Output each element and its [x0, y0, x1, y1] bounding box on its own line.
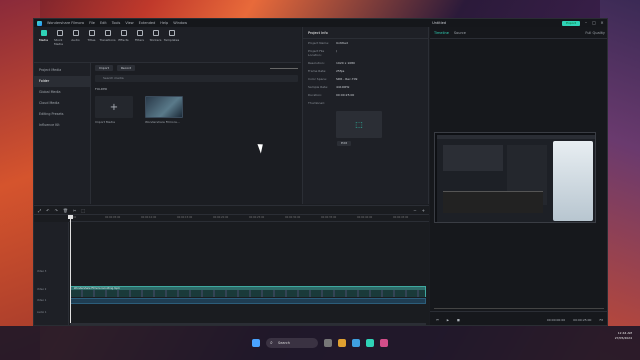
tab-filters[interactable]: Filters [134, 30, 145, 59]
plus-icon: + [95, 96, 133, 118]
project-title: Untitled [432, 21, 446, 25]
tab-templates[interactable]: Templates [164, 30, 179, 59]
import-button[interactable]: Import [95, 65, 113, 71]
media-sidebar: Project Media Folder Global Media Cloud … [34, 63, 91, 204]
project-thumbnail[interactable]: ⬚ [336, 111, 382, 138]
redo-icon[interactable]: ↷ [55, 208, 58, 213]
menu-edit[interactable]: Edit [100, 21, 107, 25]
sidebar-item-influence-kit[interactable]: Influence Kit [34, 120, 90, 131]
menu-extended[interactable]: Extended [139, 21, 156, 25]
tab-timeline-preview[interactable]: Timeline [434, 31, 449, 35]
playback-controls: ⏮ ▶ ■ 00:00:00:00 00:00:25:00 Fit [430, 311, 607, 325]
export-button[interactable]: Export [562, 20, 580, 26]
preview-screen [434, 132, 596, 223]
windows-taskbar: Search 12:44 AM 27/05/2024 [0, 326, 640, 360]
edit-thumbnail-button[interactable]: Edit [337, 141, 351, 146]
tab-source-preview[interactable]: Source [454, 31, 466, 35]
stop-icon[interactable]: ■ [457, 318, 460, 322]
templates-icon [168, 30, 175, 36]
video-clip[interactable]: Wondershare Filmora recording.mp4 [70, 286, 426, 297]
project-info-title: Project Info [303, 27, 428, 39]
search-input[interactable]: Search media [95, 75, 298, 82]
menu-window[interactable]: Window [173, 21, 187, 25]
system-clock[interactable]: 12:44 AM 27/05/2024 [615, 331, 632, 341]
current-timecode: 00:00:00:00 [546, 317, 566, 322]
media-clip-tile[interactable]: Wondershare Filmora... [145, 96, 183, 124]
titles-icon [88, 30, 95, 36]
timeline-scrollbar[interactable] [70, 323, 426, 325]
app-title: Wondershare Filmora [47, 21, 85, 25]
edge-icon[interactable] [352, 339, 360, 347]
preview-scrubber[interactable] [434, 308, 604, 309]
app-icon[interactable] [380, 339, 388, 347]
stickers-icon [152, 30, 159, 36]
clip-thumbnail [145, 96, 183, 118]
preview-panel: Timeline Source Full Quality ⏮ ▶ ■ 00:00… [430, 27, 607, 325]
sidebar-item-folder[interactable]: Folder [34, 76, 90, 87]
crop-icon[interactable]: ⬚ [81, 208, 85, 213]
zoom-in-icon[interactable]: + [422, 208, 425, 213]
import-media-tile[interactable]: + Import Media [95, 96, 133, 124]
zoom-select[interactable]: Fit [599, 318, 603, 322]
filmora-logo-icon [37, 20, 42, 26]
tab-stock-media[interactable]: Stock Media [54, 30, 65, 59]
tab-transitions[interactable]: Transitions [99, 30, 116, 59]
taskbar-search[interactable]: Search [266, 338, 318, 348]
quality-select[interactable]: Full Quality [585, 31, 605, 35]
menu-help[interactable]: Help [160, 21, 168, 25]
file-explorer-icon[interactable] [338, 339, 346, 347]
timeline-ruler[interactable]: 00:00 00:00:05:00 00:00:10:00 00:00:15:0… [69, 215, 429, 222]
menu-view[interactable]: View [125, 21, 133, 25]
media-library: Import Record Search media FOLDER + Impo… [92, 63, 301, 224]
audio-clip[interactable] [70, 298, 426, 304]
zoom-out-icon[interactable]: − [413, 208, 416, 213]
windows-start-icon[interactable] [252, 339, 260, 347]
tab-stickers[interactable]: Stickers [150, 30, 161, 59]
playhead[interactable] [68, 215, 73, 325]
tab-media[interactable]: Media [38, 30, 49, 59]
tab-effects[interactable]: Effects [118, 30, 129, 59]
undo-icon[interactable]: ↶ [46, 208, 49, 213]
media-toolbar: Media Stock Media Audio Titles Transitio… [34, 27, 301, 63]
folder-label: FOLDER [95, 87, 108, 91]
timeline-panel: ⤢ ↶ ↷ 🗑 ✂ ⬚ − + 00:00 00:00:05:00 00:00:… [34, 205, 429, 325]
title-bar: Wondershare Filmora File Edit Tools View… [34, 19, 607, 27]
minimize-icon[interactable]: – [584, 21, 588, 25]
close-icon[interactable]: × [600, 21, 604, 25]
delete-icon[interactable]: 🗑 [63, 208, 68, 213]
total-duration: 00:00:25:00 [573, 317, 592, 322]
stock-media-icon [56, 30, 63, 36]
image-icon: ⬚ [355, 120, 363, 129]
thumbnail-size-slider[interactable] [270, 67, 298, 69]
effects-icon [120, 30, 127, 36]
tab-audio[interactable]: Audio [70, 30, 81, 59]
sidebar-item-global-media[interactable]: Global Media [34, 87, 90, 98]
prev-frame-icon[interactable]: ⏮ [436, 318, 439, 322]
menu-tools[interactable]: Tools [112, 21, 121, 25]
select-tool-icon[interactable]: ⤢ [38, 208, 41, 213]
split-icon[interactable]: ✂ [73, 208, 76, 213]
tab-titles[interactable]: Titles [86, 30, 97, 59]
preview-document [553, 141, 593, 221]
sidebar-item-cloud-media[interactable]: Cloud Media [34, 98, 90, 109]
record-button[interactable]: Record [116, 65, 136, 71]
task-view-icon[interactable] [324, 339, 332, 347]
track-headers: Video 3 Video 2 Video 1 Audio 1 [34, 222, 69, 325]
audio-icon [72, 30, 79, 36]
sidebar-item-editing-presets[interactable]: Editing Presets [34, 109, 90, 120]
sidebar-item-project-media[interactable]: Project Media [34, 65, 90, 76]
filmora-taskbar-icon[interactable] [366, 339, 374, 347]
maximize-icon[interactable]: □ [592, 21, 596, 25]
filters-icon [136, 30, 143, 36]
menu-file[interactable]: File [89, 21, 95, 25]
timeline-toolbar: ⤢ ↶ ↷ 🗑 ✂ ⬚ − + [34, 206, 429, 215]
play-icon[interactable]: ▶ [447, 318, 449, 322]
media-icon [40, 30, 47, 36]
filmora-window: Wondershare Filmora File Edit Tools View… [33, 18, 608, 326]
project-info-panel: Project Info Project Name: Untitled Proje… [302, 27, 429, 204]
transitions-icon [104, 30, 111, 36]
